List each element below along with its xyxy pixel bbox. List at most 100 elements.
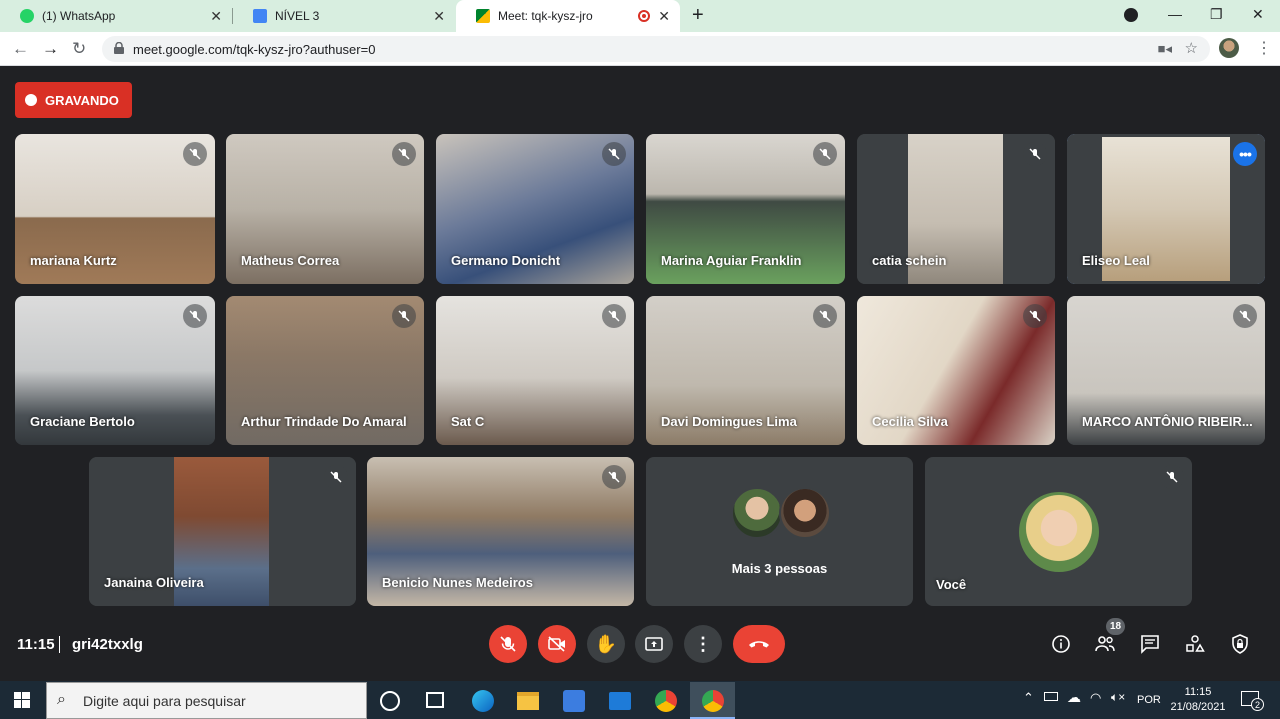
- browser-tab-bar: (1) WhatsApp ✕ NÍVEL 3 ✕ Meet: tqk-kysz-…: [0, 0, 1280, 32]
- profile-avatar[interactable]: [1219, 38, 1239, 58]
- camera-icon[interactable]: ■◂: [1158, 41, 1172, 57]
- store-icon[interactable]: [563, 690, 585, 712]
- hang-up-icon: [749, 641, 769, 648]
- notifications-icon[interactable]: 2: [1241, 691, 1264, 711]
- mic-off-icon: [500, 636, 516, 652]
- url-text: meet.google.com/tqk-kysz-jro?authuser=0: [133, 42, 376, 57]
- active-taskbar-app[interactable]: [690, 682, 735, 719]
- raise-hand-button[interactable]: ✋: [587, 625, 625, 663]
- mic-muted-icon: [1233, 304, 1257, 328]
- participant-tile-active-speaker[interactable]: ••• Eliseo Leal: [1067, 134, 1265, 284]
- participant-tile[interactable]: Benicio Nunes Medeiros: [367, 457, 634, 606]
- tab-meet[interactable]: Meet: tqk-kysz-jro ✕: [456, 0, 680, 32]
- mic-muted-icon: [1160, 465, 1184, 489]
- mail-icon[interactable]: [609, 692, 631, 710]
- address-bar: ← → ↻ meet.google.com/tqk-kysz-jro?authu…: [0, 32, 1280, 66]
- self-tile[interactable]: Você: [925, 457, 1192, 606]
- show-hidden-icons-icon[interactable]: ⌃: [1023, 690, 1034, 706]
- participant-tile[interactable]: mariana Kurtz: [15, 134, 215, 284]
- close-tab-icon[interactable]: ✕: [210, 8, 222, 25]
- participant-name: mariana Kurtz: [30, 253, 117, 268]
- cortana-icon[interactable]: [380, 691, 400, 711]
- mic-muted-icon: [602, 304, 626, 328]
- system-clock[interactable]: 11:15 21/08/2021: [1168, 685, 1228, 715]
- clock-time: 11:15: [1184, 686, 1212, 698]
- recording-indicator-icon: [638, 10, 650, 22]
- battery-icon[interactable]: [1044, 692, 1058, 701]
- activities-icon[interactable]: [1184, 633, 1206, 655]
- language-indicator[interactable]: POR: [1137, 694, 1161, 706]
- recording-label: GRAVANDO: [45, 92, 119, 108]
- search-placeholder: Digite aqui para pesquisar: [83, 693, 246, 709]
- edge-icon[interactable]: [472, 690, 494, 712]
- tab-search-icon[interactable]: [1124, 8, 1138, 22]
- camera-toggle-button[interactable]: [538, 625, 576, 663]
- participant-tile[interactable]: Germano Donicht: [436, 134, 634, 284]
- participant-tile[interactable]: catia schein: [857, 134, 1055, 284]
- more-options-button[interactable]: ⋮: [684, 625, 722, 663]
- leave-call-button[interactable]: [733, 625, 785, 663]
- more-people-tile[interactable]: Mais 3 pessoas: [646, 457, 913, 606]
- mic-toggle-button[interactable]: [489, 625, 527, 663]
- mic-muted-icon: [1023, 142, 1047, 166]
- close-window-icon[interactable]: ✕: [1252, 6, 1264, 23]
- chat-icon[interactable]: [1139, 633, 1161, 655]
- wifi-icon[interactable]: ◠: [1090, 690, 1101, 706]
- participant-avatar: [779, 487, 831, 539]
- onedrive-icon[interactable]: ☁: [1067, 689, 1081, 706]
- taskbar-search-box[interactable]: ⌕ Digite aqui para pesquisar: [46, 682, 367, 719]
- participant-tile[interactable]: Sat C: [436, 296, 634, 445]
- new-tab-icon[interactable]: +: [692, 4, 704, 27]
- more-options-icon[interactable]: •••: [1233, 142, 1257, 166]
- participant-tile[interactable]: Graciane Bertolo: [15, 296, 215, 445]
- participant-tile[interactable]: Arthur Trindade Do Amaral: [226, 296, 424, 445]
- more-people-label: Mais 3 pessoas: [731, 561, 828, 576]
- participant-tile[interactable]: MARCO ANTÔNIO RIBEIR...: [1067, 296, 1265, 445]
- participant-name: Davi Domingues Lima: [661, 414, 797, 429]
- participant-tile[interactable]: Cecilia Silva: [857, 296, 1055, 445]
- reload-icon[interactable]: ↻: [72, 39, 86, 59]
- mic-muted-icon: [813, 142, 837, 166]
- meeting-time: 11:15: [17, 636, 55, 653]
- notification-count: 2: [1251, 698, 1264, 711]
- participant-name: catia schein: [872, 253, 947, 268]
- meeting-details-icon[interactable]: [1050, 633, 1072, 655]
- participant-name: Germano Donicht: [451, 253, 561, 268]
- people-icon[interactable]: [1094, 633, 1116, 655]
- participant-name: Cecilia Silva: [872, 414, 948, 429]
- forward-icon[interactable]: →: [42, 39, 59, 59]
- participant-name: Graciane Bertolo: [30, 414, 135, 429]
- close-tab-icon[interactable]: ✕: [658, 8, 670, 25]
- browser-menu-icon[interactable]: ⋮: [1256, 38, 1272, 58]
- present-screen-button[interactable]: [635, 625, 673, 663]
- participant-name: MARCO ANTÔNIO RIBEIR...: [1082, 414, 1253, 429]
- chrome-icon: [702, 690, 724, 712]
- participant-name: Sat C: [451, 414, 485, 429]
- minimize-icon[interactable]: —: [1168, 6, 1182, 22]
- host-controls-icon[interactable]: [1229, 633, 1251, 655]
- mic-muted-icon: [602, 142, 626, 166]
- participant-tile[interactable]: Davi Domingues Lima: [646, 296, 845, 445]
- tab-whatsapp[interactable]: (1) WhatsApp ✕: [0, 0, 232, 32]
- volume-muted-icon[interactable]: 🔈︎×: [1111, 690, 1125, 705]
- maximize-icon[interactable]: ❐: [1210, 6, 1223, 23]
- close-tab-icon[interactable]: ✕: [433, 8, 445, 25]
- url-field[interactable]: meet.google.com/tqk-kysz-jro?authuser=0 …: [102, 36, 1210, 62]
- participant-tile[interactable]: Matheus Correa: [226, 134, 424, 284]
- bookmark-star-icon[interactable]: ☆: [1185, 39, 1198, 57]
- chrome-icon[interactable]: [655, 690, 677, 712]
- back-icon[interactable]: ←: [12, 39, 29, 59]
- recording-badge[interactable]: GRAVANDO: [15, 82, 132, 118]
- tab-label: (1) WhatsApp: [42, 9, 116, 23]
- mic-muted-icon: [183, 142, 207, 166]
- windows-start-icon[interactable]: [14, 692, 30, 708]
- mic-muted-icon: [183, 304, 207, 328]
- mic-muted-icon: [813, 304, 837, 328]
- present-icon: [645, 637, 663, 651]
- tab-nivel3[interactable]: NÍVEL 3 ✕: [233, 0, 455, 32]
- file-explorer-icon[interactable]: [517, 692, 539, 710]
- participant-tile[interactable]: Janaina Oliveira: [89, 457, 356, 606]
- task-view-icon[interactable]: [426, 692, 444, 708]
- hand-icon: ✋: [594, 633, 618, 654]
- participant-tile[interactable]: Marina Aguiar Franklin: [646, 134, 845, 284]
